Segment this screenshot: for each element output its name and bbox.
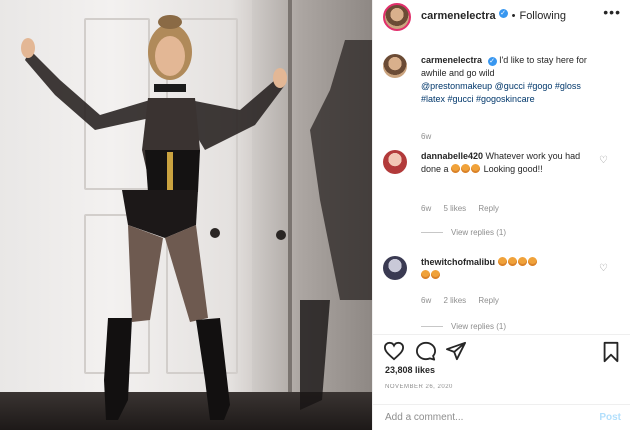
comment-likes[interactable]: 2 likes [443, 296, 466, 305]
like-comment-heart-icon[interactable]: ♡ [599, 156, 609, 166]
caption-body: carmenelectra ✓ I'd like to stay here fo… [421, 54, 601, 106]
comment-meta: 6w 5 likes Reply [421, 204, 509, 213]
post-side-panel: carmenelectra ✓ • Following ••• carmenel… [372, 0, 630, 430]
emoji-group [451, 164, 481, 174]
person-figure [21, 15, 372, 420]
header-separator: • [511, 10, 516, 22]
post-header: carmenelectra ✓ • Following ••• [373, 0, 630, 31]
comment-username[interactable]: thewitchofmalibu [421, 257, 495, 267]
caption-meta: 6w [421, 132, 441, 141]
comment-username[interactable]: dannabelle420 [421, 151, 483, 161]
verified-badge-icon: ✓ [487, 57, 497, 66]
caption-avatar[interactable] [383, 54, 407, 78]
more-options-icon[interactable]: ••• [603, 4, 621, 20]
comment-time[interactable]: 6w [421, 204, 431, 213]
post-comment-button[interactable]: Post [599, 412, 621, 423]
post-actions [373, 334, 630, 364]
emoji-group [497, 257, 538, 267]
comment-avatar[interactable] [383, 256, 407, 280]
emoji-group [421, 270, 441, 280]
reply-button[interactable]: Reply [478, 204, 498, 213]
view-replies-label: View replies (1) [451, 228, 506, 237]
comment-body: thewitchofmalibu [421, 256, 601, 282]
following-button[interactable]: Following [519, 10, 565, 22]
comment-bubble-icon[interactable] [415, 341, 437, 361]
post-date[interactable]: NOVEMBER 26, 2020 [385, 384, 453, 390]
comment-body: dannabelle420 Whatever work you had done… [421, 150, 601, 176]
view-replies-button[interactable]: View replies (1) [421, 322, 506, 331]
author-username[interactable]: carmenelectra [421, 10, 496, 22]
add-comment-input[interactable] [385, 412, 575, 423]
comment-text-after: Looking good!! [483, 164, 543, 174]
comment-likes[interactable]: 5 likes [443, 204, 466, 213]
share-paper-plane-icon[interactable] [445, 341, 467, 361]
caption-time[interactable]: 6w [421, 132, 431, 141]
add-comment-bar: Post [373, 404, 630, 430]
comment-avatar[interactable] [383, 150, 407, 174]
verified-badge-icon: ✓ [498, 8, 508, 18]
post-photo[interactable] [0, 0, 372, 430]
author-avatar[interactable] [383, 3, 411, 31]
likes-count[interactable]: 23,808 likes [385, 365, 435, 375]
like-comment-heart-icon[interactable]: ♡ [599, 264, 609, 274]
view-replies-button[interactable]: View replies (1) [421, 228, 506, 237]
view-replies-label: View replies (1) [451, 322, 506, 331]
like-heart-icon[interactable] [383, 341, 405, 361]
comments-list[interactable]: carmenelectra ✓ I'd like to stay here fo… [373, 44, 630, 334]
caption-tags[interactable]: @prestonmakeup @gucci #gogo #gloss #late… [421, 81, 581, 104]
comment-meta: 6w 2 likes Reply [421, 296, 509, 305]
save-bookmark-icon[interactable] [601, 341, 621, 363]
reply-button[interactable]: Reply [478, 296, 498, 305]
caption-username[interactable]: carmenelectra [421, 55, 482, 65]
comment-time[interactable]: 6w [421, 296, 431, 305]
